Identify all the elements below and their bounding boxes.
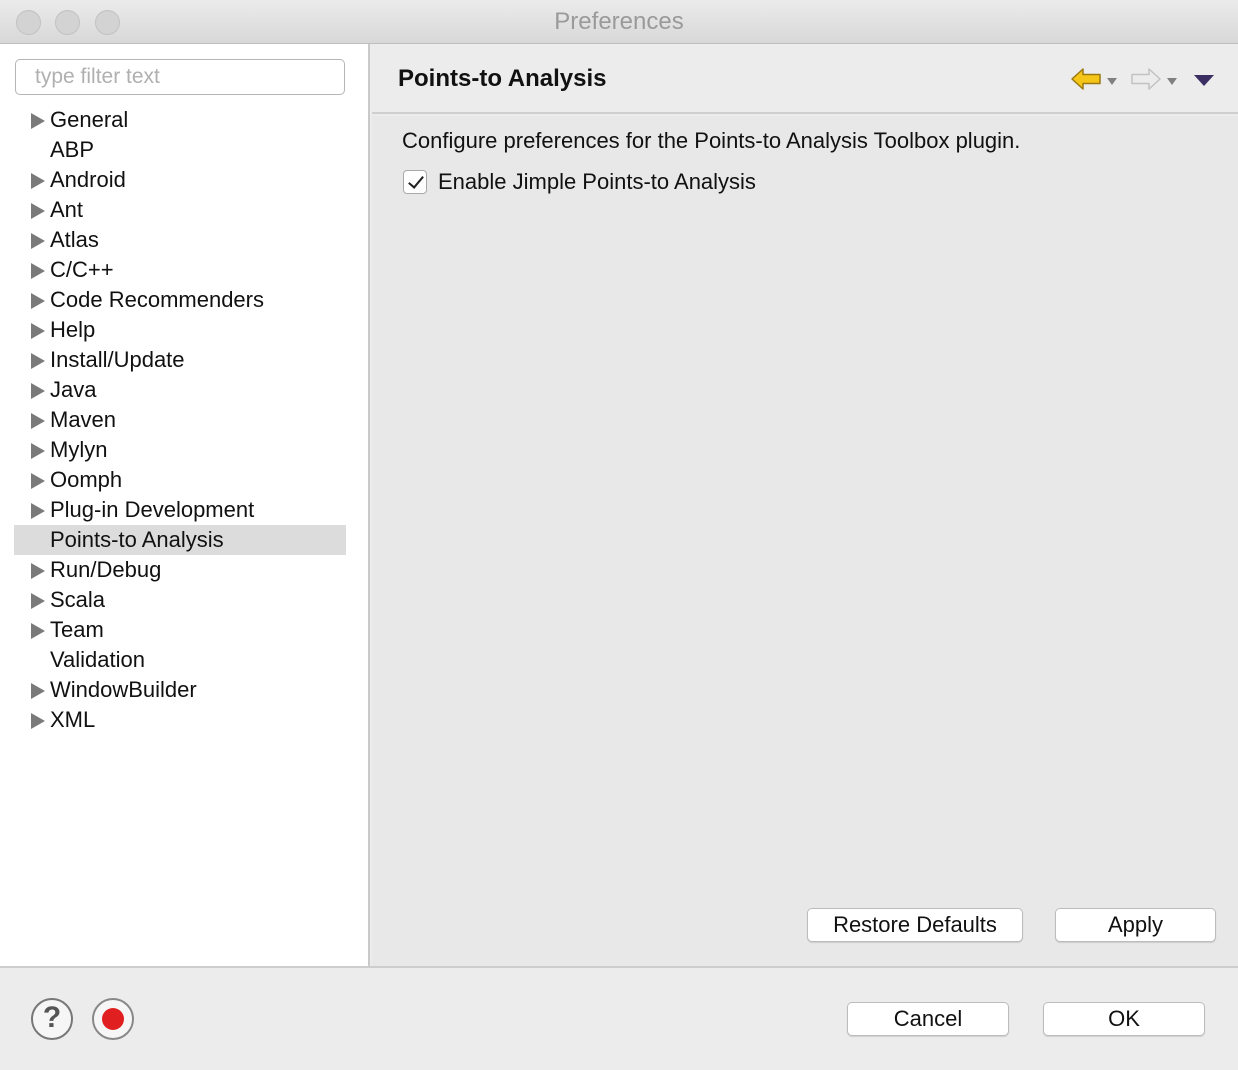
- expand-arrow-icon[interactable]: [31, 323, 45, 339]
- forward-button[interactable]: [1130, 64, 1177, 94]
- tree-item[interactable]: Team: [14, 615, 346, 645]
- tree-item[interactable]: Validation: [14, 645, 346, 675]
- tree-item[interactable]: Run/Debug: [14, 555, 346, 585]
- expand-arrow-icon[interactable]: [31, 683, 45, 699]
- expand-arrow-icon[interactable]: [31, 263, 45, 279]
- tree-item[interactable]: Java: [14, 375, 346, 405]
- filter-input[interactable]: [15, 59, 345, 95]
- expand-arrow-icon[interactable]: [31, 623, 45, 639]
- chevron-down-icon: [1107, 77, 1117, 85]
- expand-arrow-icon[interactable]: [31, 593, 45, 609]
- enable-jimple-checkbox[interactable]: [403, 170, 427, 194]
- tree-item[interactable]: Maven: [14, 405, 346, 435]
- tree-item-label: Ant: [50, 197, 84, 222]
- expand-arrow-icon[interactable]: [31, 563, 45, 579]
- expand-arrow-icon[interactable]: [31, 293, 45, 309]
- expand-arrow-icon[interactable]: [31, 113, 45, 129]
- tree-item[interactable]: Install/Update: [14, 345, 346, 375]
- dialog-footer: Cancel OK: [0, 966, 1238, 1070]
- ok-button[interactable]: OK: [1043, 1002, 1205, 1036]
- enable-jimple-checkbox-row[interactable]: Enable Jimple Points-to Analysis: [403, 169, 756, 195]
- tree-item-label: Team: [50, 617, 104, 642]
- tree-item-label: Help: [50, 317, 96, 342]
- arrow-right-icon: [1131, 68, 1161, 90]
- page-header: Points-to Analysis: [372, 44, 1238, 114]
- view-menu-icon: [1194, 75, 1214, 86]
- tree-item-label: Plug-in Development: [50, 497, 255, 522]
- expand-arrow-icon[interactable]: [31, 713, 45, 729]
- tree-item[interactable]: Points-to Analysis: [14, 525, 346, 555]
- tree-item-label: Oomph: [50, 467, 123, 492]
- page-title: Points-to Analysis: [398, 65, 607, 92]
- tree-item-label: Mylyn: [50, 437, 108, 462]
- cancel-button[interactable]: Cancel: [847, 1002, 1009, 1036]
- expand-arrow-icon[interactable]: [31, 473, 45, 489]
- tree-item-label: Validation: [50, 647, 145, 672]
- tree-item-label: ABP: [50, 137, 95, 162]
- tree-item[interactable]: Plug-in Development: [14, 495, 346, 525]
- tree-item[interactable]: Ant: [14, 195, 346, 225]
- view-menu-button[interactable]: [1194, 64, 1214, 94]
- tree-item[interactable]: C/C++: [14, 255, 346, 285]
- back-button[interactable]: [1070, 64, 1117, 94]
- tree-item[interactable]: Oomph: [14, 465, 346, 495]
- tree-item-label: Scala: [50, 587, 106, 612]
- tree-item-label: General: [50, 107, 129, 132]
- tree-item[interactable]: Android: [14, 165, 346, 195]
- tree-item-label: Run/Debug: [50, 557, 162, 582]
- apply-button[interactable]: Apply: [1055, 908, 1216, 942]
- tree-item-label: Atlas: [50, 227, 99, 252]
- expand-arrow-icon[interactable]: [31, 173, 45, 189]
- help-icon[interactable]: [31, 998, 73, 1040]
- preference-tree: General ABP Android Ant Atlas C/C++ Code Recom…: [14, 105, 346, 735]
- tree-item-label: C/C++: [50, 257, 114, 282]
- expand-arrow-icon[interactable]: [31, 203, 45, 219]
- tree-item[interactable]: Mylyn: [14, 435, 346, 465]
- expand-arrow-icon[interactable]: [31, 353, 45, 369]
- tree-item[interactable]: Atlas: [14, 225, 346, 255]
- arrow-left-icon: [1071, 68, 1101, 90]
- window-title: Preferences: [554, 8, 684, 35]
- tree-item[interactable]: Scala: [14, 585, 346, 615]
- tree-item[interactable]: WindowBuilder: [14, 675, 346, 705]
- tree-item-label: XML: [50, 707, 96, 732]
- preference-sidebar: General ABP Android Ant Atlas C/C++ Code Recom…: [0, 44, 370, 966]
- tree-item-label: Maven: [50, 407, 117, 432]
- expand-arrow-icon[interactable]: [31, 443, 45, 459]
- expand-arrow-icon[interactable]: [31, 503, 45, 519]
- expand-arrow-icon[interactable]: [31, 413, 45, 429]
- tree-item-label: Android: [50, 167, 126, 192]
- expand-arrow-icon[interactable]: [31, 383, 45, 399]
- tree-item[interactable]: Code Recommenders: [14, 285, 346, 315]
- tree-item[interactable]: Help: [14, 315, 346, 345]
- tree-item-label: Points-to Analysis: [50, 527, 224, 552]
- chevron-down-icon: [1167, 77, 1177, 85]
- tree-item[interactable]: General: [14, 105, 346, 135]
- page-description: Configure preferences for the Points-to …: [402, 128, 1021, 153]
- expand-arrow-icon[interactable]: [31, 233, 45, 249]
- restore-defaults-button[interactable]: Restore Defaults: [807, 908, 1023, 942]
- tree-item-label: Install/Update: [50, 347, 185, 372]
- tree-item-label: Java: [50, 377, 97, 402]
- tree-item[interactable]: XML: [14, 705, 346, 735]
- tree-item-label: WindowBuilder: [50, 677, 197, 702]
- enable-jimple-label[interactable]: Enable Jimple Points-to Analysis: [438, 169, 756, 195]
- page-content: Configure preferences for the Points-to …: [372, 116, 1238, 966]
- title-bar: Preferences: [0, 0, 1238, 44]
- tree-item-label: Code Recommenders: [50, 287, 264, 312]
- tree-item[interactable]: ABP: [14, 135, 346, 165]
- record-icon[interactable]: [92, 998, 134, 1040]
